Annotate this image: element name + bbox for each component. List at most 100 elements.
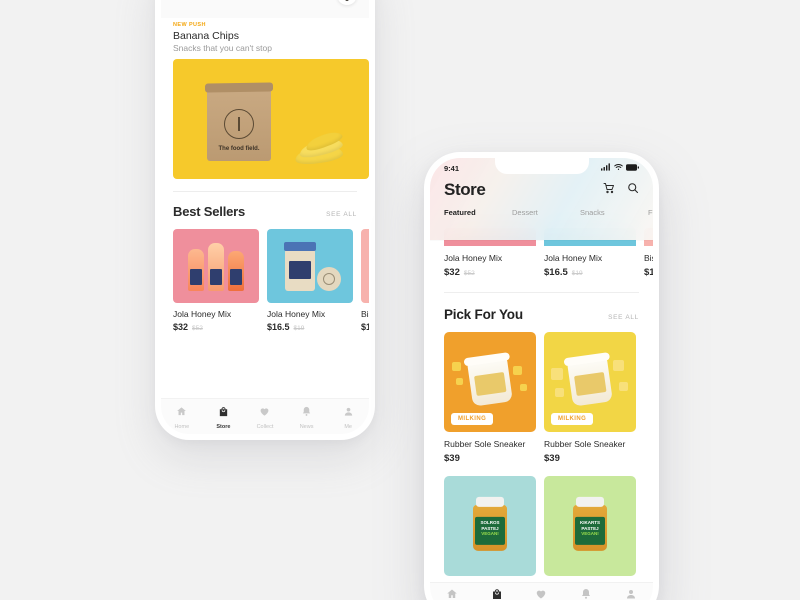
banner-card[interactable]: NEW PUSH Banana Chips Snacks that you ca…: [173, 22, 369, 179]
product-card[interactable]: Biscuit $14.5 $: [361, 229, 369, 332]
jar-label-line1: KIKARTS: [580, 519, 600, 525]
banner-subtitle: Snacks that you can't stop: [173, 43, 272, 53]
product-name: Rubber Sole Sneaker: [444, 439, 526, 449]
product-price-row: $32 $52: [444, 267, 536, 278]
status-indicators: [601, 163, 639, 173]
product-card[interactable]: Jola Honey Mix $32 $52: [173, 229, 259, 332]
device-notch: [494, 158, 589, 174]
battery-icon: [626, 163, 639, 173]
nav-label: Collect: [256, 423, 274, 430]
product-name: Jola Honey Mix: [173, 309, 232, 319]
paper-bag-graphic: The food field.: [207, 89, 271, 161]
home-icon: [446, 587, 458, 600]
heart-icon: [259, 404, 270, 422]
shopping-bag-icon: [491, 587, 503, 600]
product-image: [267, 229, 353, 303]
product-price: $16.5: [267, 322, 290, 332]
phone-front-screen: Jola Honey Mix $32 $52 Jola Honey Mix $1…: [430, 158, 653, 600]
wifi-icon: [614, 163, 623, 173]
nav-item-news[interactable]: News: [286, 404, 328, 430]
product-price: $14.5: [644, 267, 653, 278]
phone-back-screen: Store NEW PUSH Banana Chips Snacks that …: [161, 0, 369, 434]
product-old-price: $19: [293, 325, 305, 332]
product-name: Biscuit: [644, 253, 653, 263]
nav-item-collect[interactable]: Collect: [519, 587, 564, 600]
phone-mockup-back: Store NEW PUSH Banana Chips Snacks that …: [155, 0, 375, 440]
front-title-row: Store: [430, 178, 653, 200]
product-price-row: $14.5 $: [644, 267, 653, 278]
home-icon: [176, 404, 187, 422]
product-price: $39: [544, 453, 560, 464]
nav-item-store[interactable]: Store: [203, 404, 245, 430]
banner-kicker: NEW PUSH: [173, 22, 206, 28]
banner-image-banana-chips: The food field.: [173, 59, 369, 179]
product-card[interactable]: MILKING Rubber Sole Sneaker $39: [444, 332, 536, 464]
tab-dessert[interactable]: Dessert: [512, 208, 580, 217]
product-name: Biscuit: [361, 309, 369, 319]
product-old-price: $52: [463, 270, 475, 277]
nav-item-me[interactable]: Me: [608, 587, 653, 600]
cellular-signal-icon: [601, 163, 611, 173]
category-tabs[interactable]: Featured Dessert Snacks Fresh&Ca: [430, 200, 653, 217]
jar-label: KIKARTS PASTEJ VEGAN!: [575, 516, 605, 545]
product-price: $32: [173, 322, 189, 332]
cart-icon[interactable]: [603, 181, 615, 199]
tab-snacks[interactable]: Snacks: [580, 208, 648, 217]
pick-for-you-grid[interactable]: MILKING Rubber Sole Sneaker $39 MILKING …: [430, 322, 653, 464]
product-image: MILKING: [444, 332, 536, 432]
phone-mockup-front: Jola Honey Mix $32 $52 Jola Honey Mix $1…: [424, 152, 659, 600]
product-image: [173, 229, 259, 303]
product-image: SOLROS PASTEJ VEGAN!: [444, 476, 536, 576]
section-title: Pick For You: [444, 307, 523, 322]
pick-for-you-grid-row-2[interactable]: SOLROS PASTEJ VEGAN! KIKARTS PASTEJ VEGA…: [430, 464, 653, 576]
bag-text: The food field.: [218, 146, 260, 152]
nav-item-home[interactable]: Home: [161, 404, 203, 430]
best-sellers-section-header: Best Sellers SEE ALL: [161, 192, 369, 219]
tube-trio-graphic: [188, 243, 244, 291]
bell-icon: [580, 587, 592, 600]
nav-label: Me: [344, 423, 352, 430]
product-name: Rubber Sole Sneaker: [544, 439, 626, 449]
nav-item-me[interactable]: Me: [327, 404, 369, 430]
section-title: Best Sellers: [173, 204, 246, 219]
jar-graphic: [284, 242, 316, 291]
nav-label: Store: [216, 423, 231, 430]
product-price-row: $16.5 $19: [267, 322, 353, 332]
front-bottom-nav[interactable]: Home Store Collect News: [430, 582, 653, 600]
jar-graphic: KIKARTS PASTEJ VEGAN!: [573, 496, 607, 551]
jar-label-line3: VEGAN!: [481, 530, 499, 536]
nav-item-collect[interactable]: Collect: [244, 404, 286, 430]
product-price-row: $16.5 $19: [544, 267, 636, 278]
nav-item-news[interactable]: News: [564, 587, 609, 600]
product-price: $16.5: [544, 267, 568, 278]
product-price: $39: [444, 453, 460, 464]
lid-graphic: [317, 267, 341, 291]
best-sellers-list[interactable]: Jola Honey Mix $32 $52 Jola Honey Mix $1…: [161, 219, 369, 332]
bell-icon: [301, 404, 312, 422]
nav-item-home[interactable]: Home: [430, 587, 475, 600]
back-bottom-nav[interactable]: Home Store Collect News Me: [161, 398, 369, 434]
search-icon[interactable]: [627, 181, 639, 199]
product-card[interactable]: MILKING Rubber Sole Sneaker $39: [544, 332, 636, 464]
see-all-link[interactable]: SEE ALL: [326, 211, 357, 218]
product-old-price: $52: [192, 325, 203, 332]
product-card[interactable]: KIKARTS PASTEJ VEGAN!: [544, 476, 636, 576]
yogurt-cup-graphic: [567, 357, 613, 407]
product-name: Jola Honey Mix: [444, 253, 503, 263]
product-card[interactable]: SOLROS PASTEJ VEGAN!: [444, 476, 536, 576]
shopping-bag-icon: [218, 404, 229, 422]
see-all-link[interactable]: SEE ALL: [608, 314, 639, 321]
tab-fresh-candy[interactable]: Fresh&Ca: [648, 208, 653, 217]
banner-title: Banana Chips: [173, 30, 239, 42]
product-price: $14.5: [361, 322, 369, 332]
person-icon: [343, 404, 354, 422]
tab-featured[interactable]: Featured: [444, 208, 512, 217]
back-header: Store: [161, 0, 369, 18]
hexagon-badge-logo[interactable]: [337, 0, 357, 5]
product-card[interactable]: Jola Honey Mix $16.5 $19: [267, 229, 353, 332]
product-image: KIKARTS PASTEJ VEGAN!: [544, 476, 636, 576]
back-banner-carousel[interactable]: NEW PUSH Banana Chips Snacks that you ca…: [161, 18, 369, 179]
product-name: Jola Honey Mix: [544, 253, 603, 263]
page-title: Store: [444, 180, 486, 199]
nav-item-store[interactable]: Store: [475, 587, 520, 600]
